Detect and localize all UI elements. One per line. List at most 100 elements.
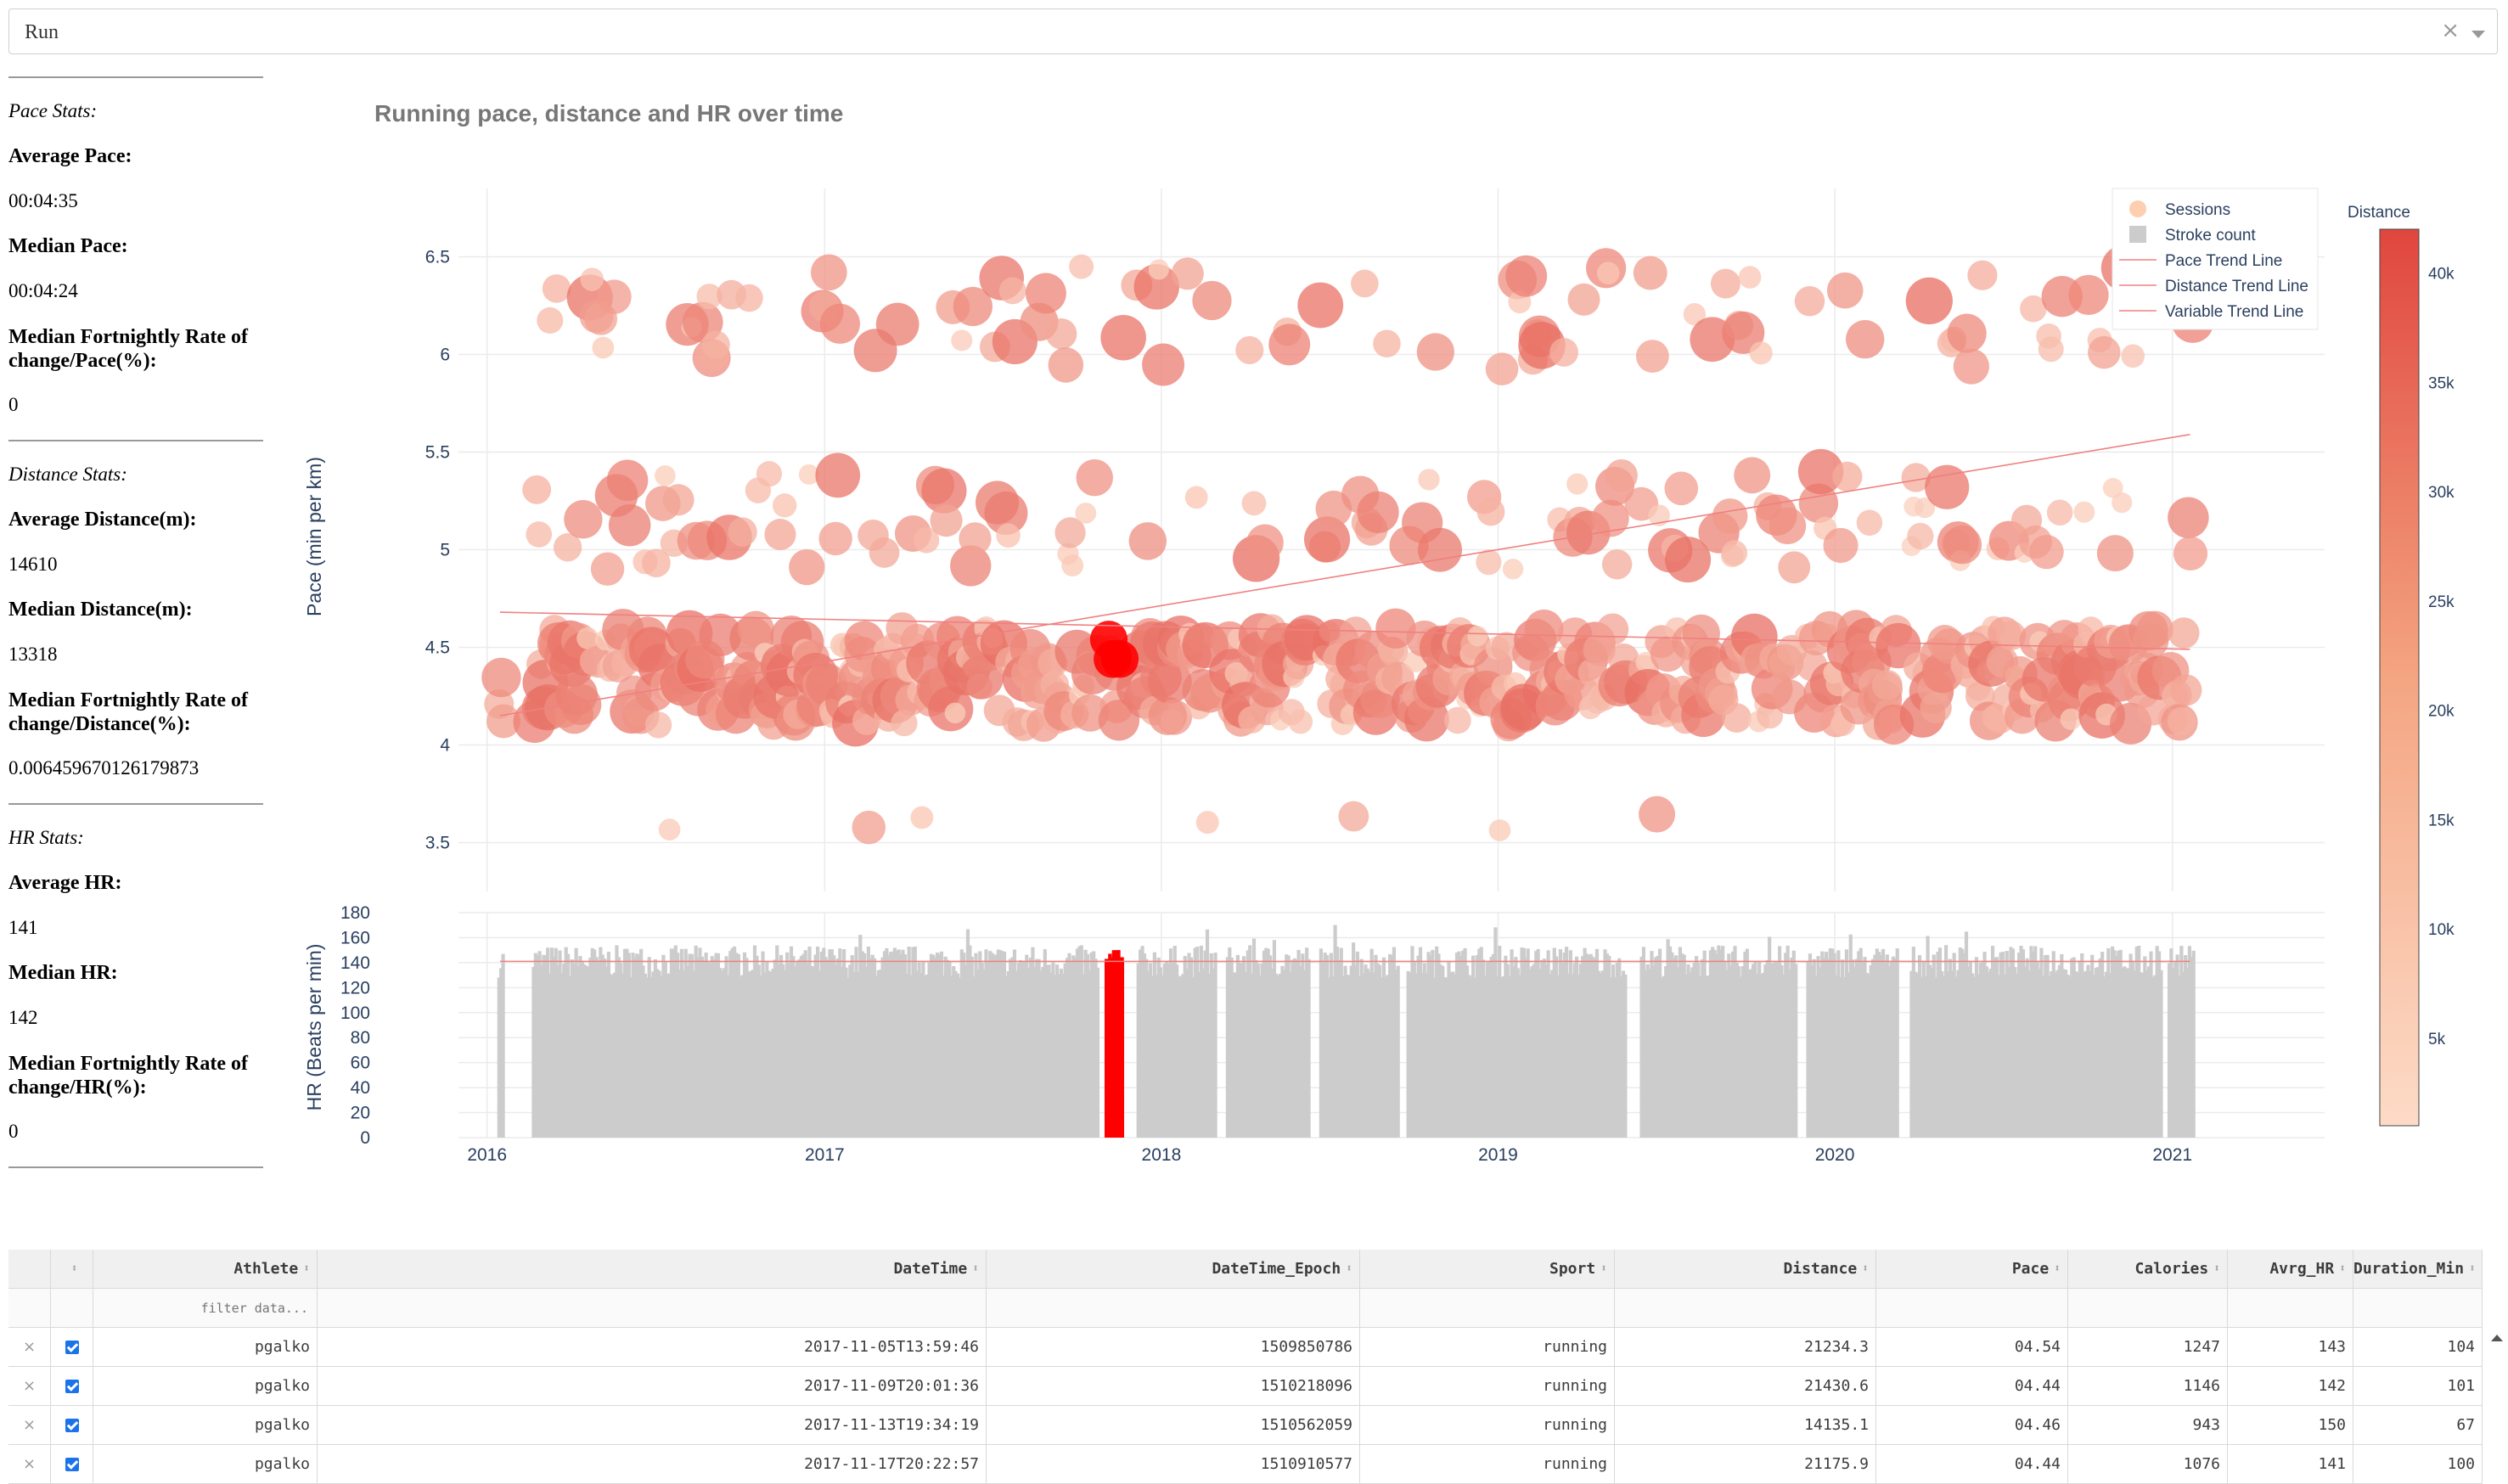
filter-cell[interactable] bbox=[987, 1289, 1360, 1328]
row-select-checkbox[interactable] bbox=[51, 1406, 93, 1445]
session-bubble bbox=[1856, 509, 1883, 536]
legend-sessions[interactable]: Sessions bbox=[2165, 201, 2230, 219]
sort-icon[interactable]: ⬍ bbox=[2054, 1250, 2061, 1288]
legend-stroke-count[interactable]: Stroke count bbox=[2165, 227, 2256, 245]
delete-row-icon[interactable]: × bbox=[8, 1445, 51, 1484]
column-header[interactable]: Calories ⬍ bbox=[2068, 1250, 2228, 1289]
filter-cell[interactable] bbox=[2068, 1289, 2228, 1328]
session-bubble bbox=[1846, 319, 1885, 359]
sort-icon[interactable]: ⬍ bbox=[2213, 1250, 2220, 1288]
delete-row-icon[interactable]: × bbox=[8, 1406, 51, 1445]
filter-cell[interactable] bbox=[318, 1289, 987, 1328]
sort-icon[interactable]: ⬍ bbox=[1862, 1250, 1869, 1288]
hr-y-ticks: 0 20 40 60 80 100 120 140 160 180 bbox=[340, 903, 370, 1148]
pace-axis-title: Pace (min per km) bbox=[303, 457, 325, 616]
scroll-up-icon[interactable] bbox=[2491, 1335, 2503, 1341]
session-bubble bbox=[735, 284, 763, 312]
pace-hr-chart[interactable]: Running pace, distance and HR over time … bbox=[0, 0, 2508, 1206]
filter-cell[interactable] bbox=[1360, 1289, 1615, 1328]
session-bubble bbox=[1373, 329, 1401, 358]
colorbar-title: Distance bbox=[2348, 204, 2410, 222]
column-header[interactable]: DateTime ⬍ bbox=[318, 1250, 987, 1289]
filter-cell[interactable] bbox=[2353, 1289, 2483, 1328]
session-bubble bbox=[1418, 527, 1462, 572]
sort-icon[interactable]: ⬍ bbox=[71, 1250, 78, 1288]
column-header[interactable]: ⬍ bbox=[51, 1250, 93, 1289]
sort-icon[interactable]: ⬍ bbox=[972, 1250, 979, 1288]
column-header[interactable]: Athlete ⬍ bbox=[93, 1250, 318, 1289]
sort-icon[interactable]: ⬍ bbox=[1600, 1250, 1607, 1288]
sort-icon[interactable]: ⬍ bbox=[2469, 1250, 2476, 1288]
column-header[interactable] bbox=[8, 1250, 51, 1289]
column-header[interactable]: Duration_Min ⬍ bbox=[2353, 1250, 2483, 1289]
session-bubble bbox=[996, 523, 1021, 548]
session-bubble bbox=[1075, 503, 1097, 524]
session-bubble bbox=[2170, 674, 2202, 706]
session-bubble bbox=[590, 552, 625, 586]
session-bubble bbox=[1128, 522, 1167, 560]
session-bubble bbox=[522, 475, 552, 504]
row-select-checkbox[interactable] bbox=[51, 1367, 93, 1406]
session-bubble bbox=[1100, 314, 1146, 361]
table-row[interactable]: × pgalko 2017-11-17T20:22:57 1510910577 runn… bbox=[8, 1445, 2483, 1484]
sort-icon[interactable]: ⬍ bbox=[2339, 1250, 2346, 1288]
sort-icon[interactable]: ⬍ bbox=[1346, 1250, 1352, 1288]
filter-input[interactable] bbox=[188, 1300, 310, 1317]
filter-cell[interactable] bbox=[2228, 1289, 2353, 1328]
session-bubble bbox=[1749, 341, 1773, 365]
row-select-checkbox[interactable] bbox=[51, 1445, 93, 1484]
table-cell: pgalko bbox=[93, 1406, 318, 1445]
legend-pace-trend[interactable]: Pace Trend Line bbox=[2165, 252, 2282, 270]
table-cell: running bbox=[1360, 1406, 1615, 1445]
hr-bar bbox=[1895, 948, 1899, 1138]
session-bubble bbox=[773, 493, 797, 518]
session-bubble bbox=[608, 503, 651, 547]
session-bubble bbox=[564, 500, 603, 539]
table-cell: 21430.6 bbox=[1615, 1367, 1876, 1406]
column-header[interactable]: Avrg_HR ⬍ bbox=[2228, 1250, 2353, 1289]
session-bubble bbox=[481, 657, 521, 698]
session-bubble bbox=[1235, 335, 1264, 365]
table-cell: 943 bbox=[2068, 1406, 2228, 1445]
session-bubble bbox=[1596, 613, 1629, 646]
table-cell: 101 bbox=[2353, 1367, 2483, 1406]
session-bubble bbox=[789, 548, 825, 586]
session-bubble bbox=[930, 504, 963, 537]
hr-tick-label: 80 bbox=[351, 1028, 370, 1048]
session-bubble bbox=[1184, 486, 1208, 509]
filter-cell[interactable] bbox=[1615, 1289, 1876, 1328]
table-row[interactable]: × pgalko 2017-11-05T13:59:46 1509850786 runn… bbox=[8, 1328, 2483, 1367]
session-bubble bbox=[1953, 348, 1989, 385]
filter-cell[interactable] bbox=[1876, 1289, 2068, 1328]
filter-cell[interactable] bbox=[93, 1289, 318, 1328]
session-bubble bbox=[1778, 551, 1811, 584]
session-bubble bbox=[2096, 535, 2134, 572]
session-bubble bbox=[1549, 338, 1578, 367]
session-bubble bbox=[756, 461, 783, 487]
session-bubble bbox=[818, 521, 852, 556]
legend-variable-trend[interactable]: Variable Trend Line bbox=[2165, 303, 2303, 321]
session-bubble bbox=[2167, 707, 2196, 736]
column-header[interactable]: DateTime_Epoch ⬍ bbox=[987, 1250, 1360, 1289]
session-bubbles[interactable] bbox=[481, 245, 2214, 845]
table-row[interactable]: × pgalko 2017-11-09T20:01:36 1510218096 runn… bbox=[8, 1367, 2483, 1406]
hr-tick-label: 100 bbox=[340, 1003, 370, 1023]
column-header[interactable]: Distance ⬍ bbox=[1615, 1250, 1876, 1289]
row-select-checkbox[interactable] bbox=[51, 1328, 93, 1367]
delete-row-icon[interactable]: × bbox=[8, 1367, 51, 1406]
colorbar-tick-label: 25k bbox=[2428, 593, 2455, 611]
sort-icon[interactable]: ⬍ bbox=[303, 1250, 310, 1288]
session-bubble bbox=[1061, 554, 1084, 576]
table-row[interactable]: × pgalko 2017-11-13T19:34:19 1510562059 runn… bbox=[8, 1406, 2483, 1445]
column-header[interactable]: Sport ⬍ bbox=[1360, 1250, 1615, 1289]
session-bubble bbox=[2038, 336, 2064, 363]
session-bubble bbox=[2112, 492, 2133, 514]
legend-distance-trend[interactable]: Distance Trend Line bbox=[2165, 278, 2308, 295]
session-bubble bbox=[1566, 473, 1589, 495]
column-header[interactable]: Pace ⬍ bbox=[1876, 1250, 2068, 1289]
delete-row-icon[interactable]: × bbox=[8, 1328, 51, 1367]
session-bubble bbox=[644, 711, 672, 739]
filter-cell bbox=[51, 1289, 93, 1328]
table-cell: 1247 bbox=[2068, 1328, 2228, 1367]
chart-legend[interactable]: Sessions Stroke count Pace Trend Line Di… bbox=[2112, 188, 2319, 330]
